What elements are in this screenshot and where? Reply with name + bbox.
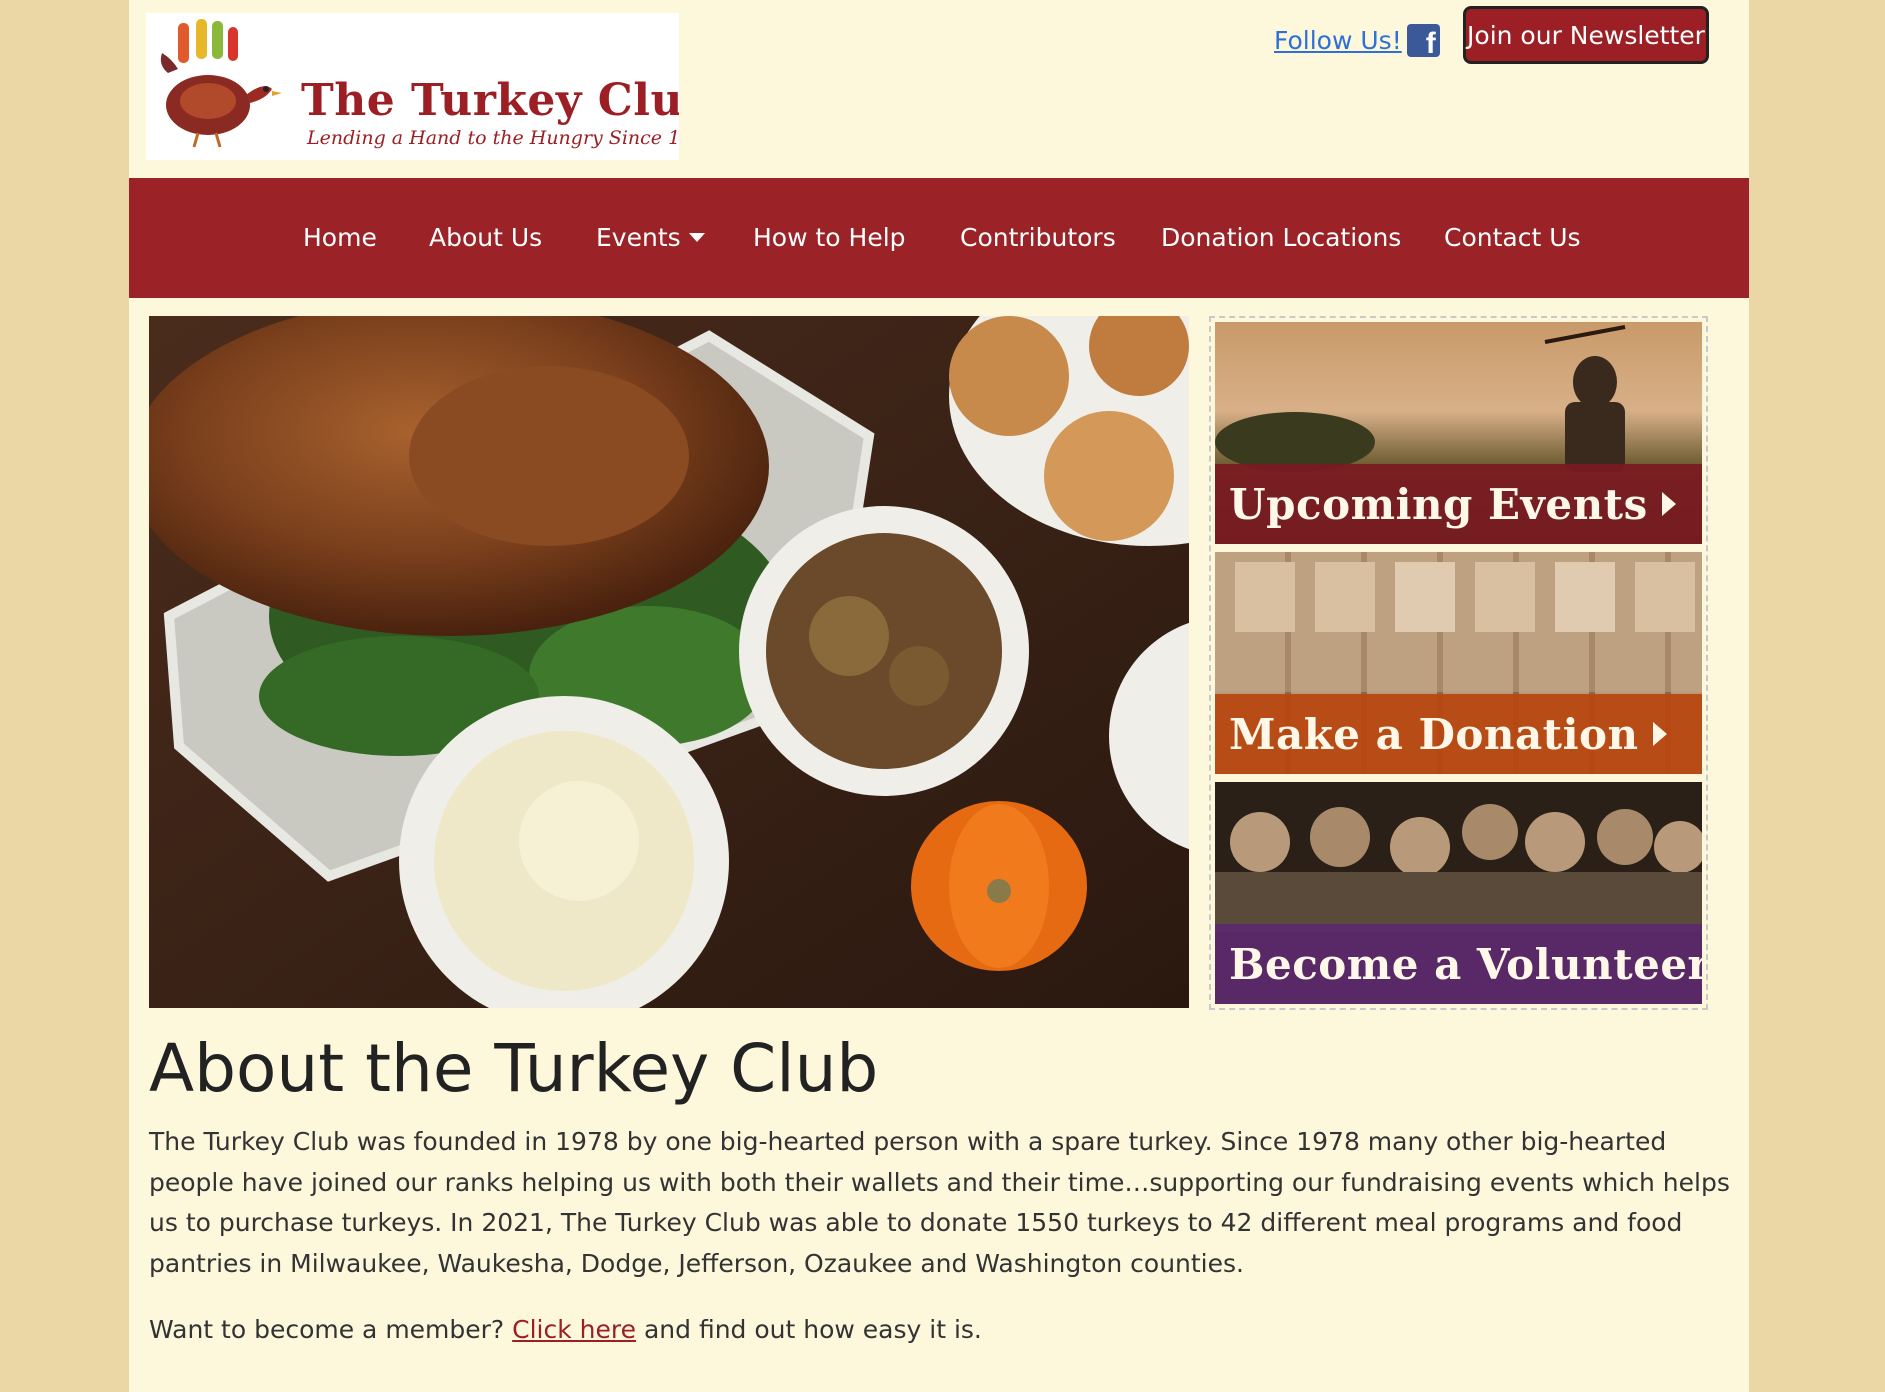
facebook-icon[interactable]: f: [1406, 24, 1440, 59]
follow-us-link[interactable]: Follow Us!: [1274, 26, 1402, 55]
nav-item-events[interactable]: Events: [596, 178, 705, 298]
tile-label: Make a Donation: [1229, 709, 1639, 759]
nav-item-events-label: Events: [596, 223, 681, 252]
tile-make-a-donation[interactable]: Make a Donation: [1215, 552, 1702, 774]
tile-label: Upcoming Events: [1229, 479, 1648, 529]
hero-image: [149, 316, 1189, 1008]
tile-banner: Make a Donation: [1215, 694, 1702, 774]
nav-item-about-us[interactable]: About Us: [429, 178, 542, 298]
join-newsletter-button[interactable]: Join our Newsletter: [1463, 6, 1709, 64]
page-title: About the Turkey Club: [149, 1030, 879, 1107]
logo[interactable]: The Turkey Club Lending a Hand to the Hu…: [146, 13, 679, 160]
chevron-down-icon: [688, 233, 705, 242]
member-cta-suffix: and find out how easy it is.: [643, 1315, 982, 1344]
tile-banner: Upcoming Events: [1215, 464, 1702, 544]
feature-tiles: Upcoming Events Make a Donation Become a…: [1209, 316, 1708, 1010]
click-here-link[interactable]: Click here: [512, 1315, 636, 1344]
nav-item-contributors[interactable]: Contributors: [960, 178, 1116, 298]
nav-item-donation-locations[interactable]: Donation Locations: [1161, 178, 1401, 298]
nav-item-home[interactable]: Home: [303, 178, 377, 298]
follow-us: Follow Us! f: [1274, 24, 1440, 59]
member-cta-prefix: Want to become a member?: [149, 1315, 505, 1344]
nav-item-how-to-help[interactable]: How to Help: [753, 178, 906, 298]
about-paragraph: The Turkey Club was founded in 1978 by o…: [149, 1127, 1730, 1278]
tile-become-a-volunteer[interactable]: Become a Volunteer: [1215, 782, 1702, 1004]
handprint-turkey-icon: [160, 19, 282, 148]
tile-label: Become a Volunteer: [1229, 939, 1702, 989]
nav-item-contact-us[interactable]: Contact Us: [1444, 178, 1581, 298]
play-arrow-icon: [1661, 492, 1676, 516]
logo-title: The Turkey Club: [301, 75, 679, 126]
logo-tagline: Lending a Hand to the Hungry Since 1978: [307, 127, 679, 149]
play-arrow-icon: [1652, 722, 1667, 746]
tile-banner: Become a Volunteer: [1215, 924, 1702, 1004]
member-cta: Want to become a member? Click here and …: [149, 1310, 1749, 1350]
page: The Turkey Club Lending a Hand to the Hu…: [129, 0, 1749, 1392]
tile-upcoming-events[interactable]: Upcoming Events: [1215, 322, 1702, 544]
main-nav: Home About Us Events How to Help Contrib…: [129, 178, 1749, 298]
